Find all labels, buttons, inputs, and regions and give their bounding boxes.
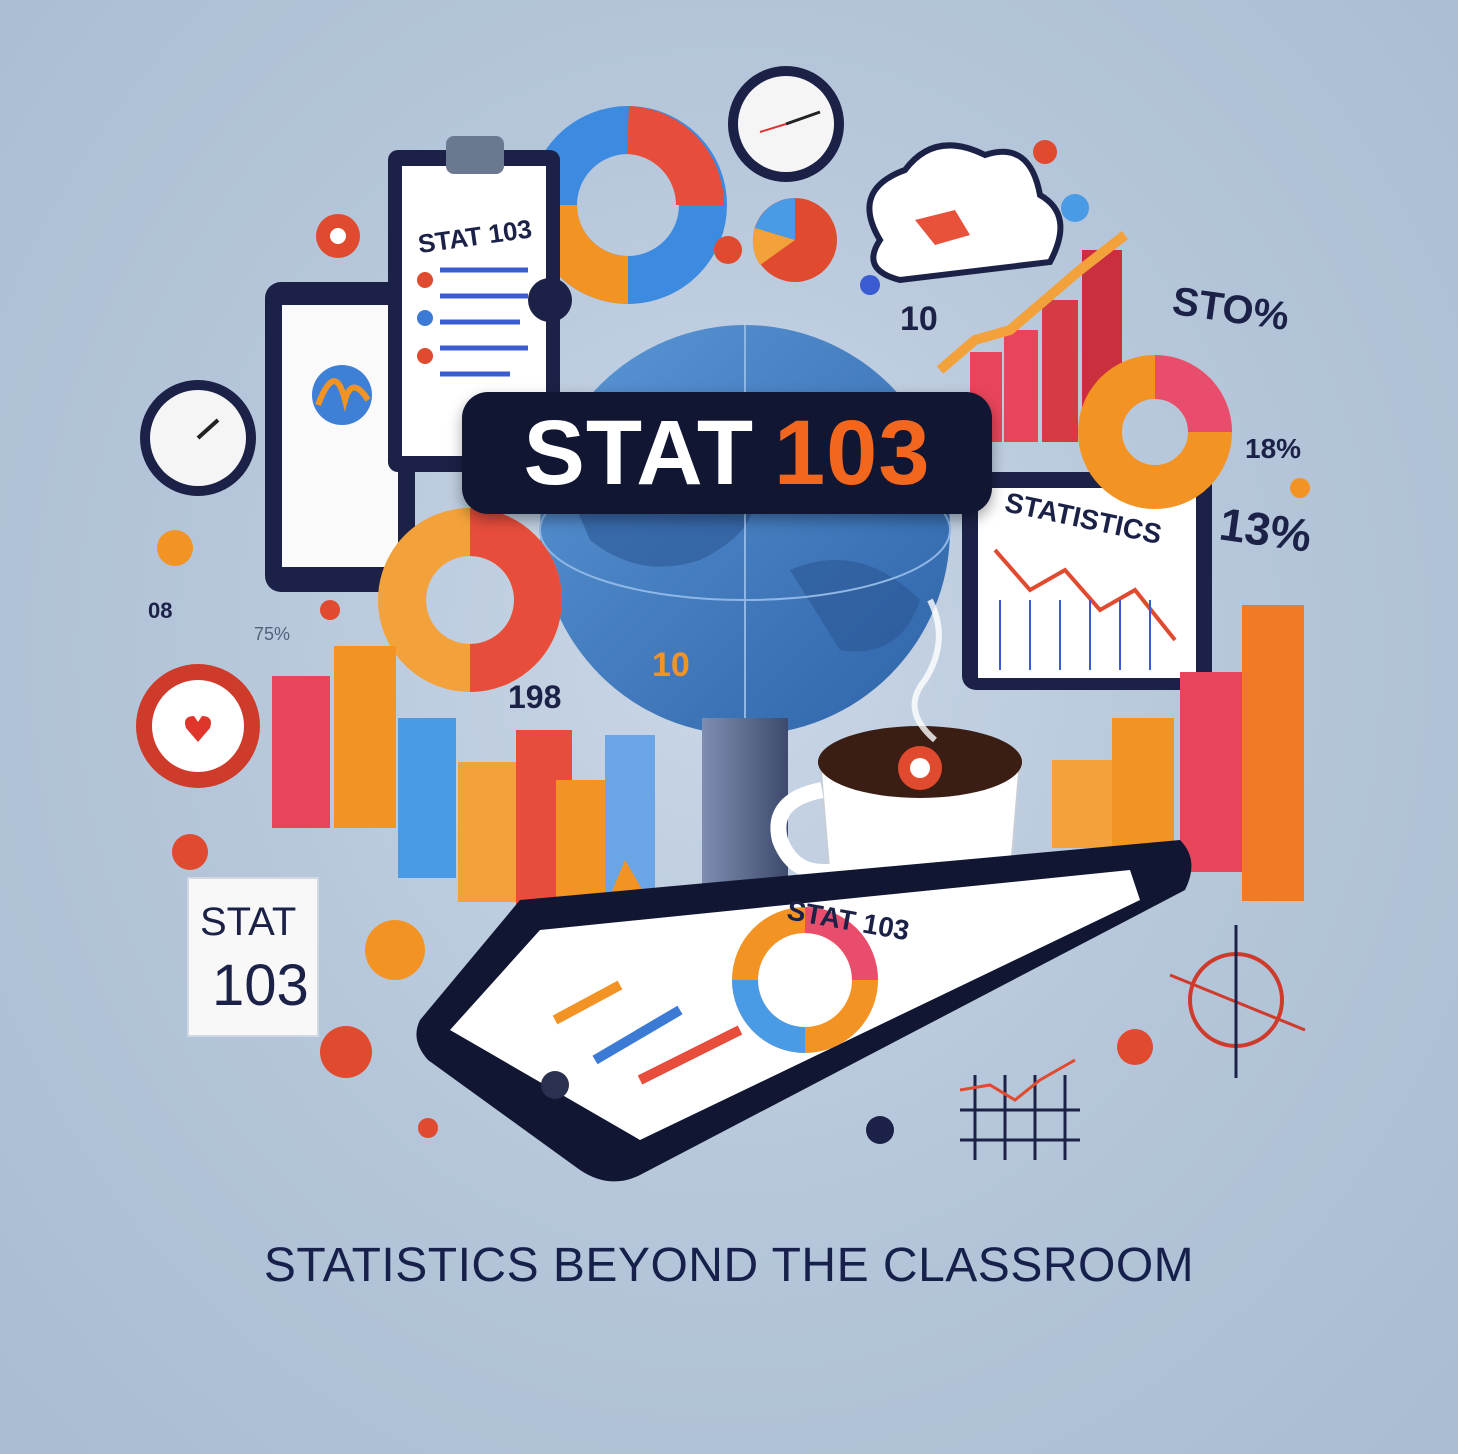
course-title-prefix: STAT xyxy=(523,401,755,504)
tagline: STATISTICS BEYOND THE CLASSROOM xyxy=(263,1239,1195,1292)
illustration-artwork: STAT 103 10 STATISTICS STAT 103 STAT 103… xyxy=(136,66,1315,1182)
course-title-banner: STAT 103 xyxy=(462,392,992,514)
pie-chart-icon xyxy=(752,198,837,282)
crosshair-icon xyxy=(1169,925,1306,1078)
ring-chart-icon xyxy=(378,508,563,692)
globe-number: 10 xyxy=(652,646,690,684)
wall-clock-icon xyxy=(728,66,844,182)
number-label-08: 08 xyxy=(148,598,172,623)
percent-label-right: 13% xyxy=(1216,498,1314,562)
number-label-75: 75% xyxy=(254,624,290,644)
course-title-number: 103 xyxy=(774,401,931,504)
number-label-198: 198 xyxy=(508,679,561,715)
donut-chart-icon xyxy=(529,106,727,304)
card-label-line2: 103 xyxy=(212,953,309,1018)
percent-label-top: STO% xyxy=(1170,279,1292,339)
mini-line-chart-icon xyxy=(959,1058,1080,1160)
donut-chart-right-icon xyxy=(1078,355,1232,509)
number-label-10: 10 xyxy=(900,300,938,338)
alarm-clock-icon xyxy=(136,664,260,788)
illustration-canvas: STAT 103 10 STATISTICS STAT 103 STAT 103… xyxy=(0,0,1458,1454)
clock-icon xyxy=(140,380,256,496)
cloud-icon xyxy=(866,142,1064,284)
percent-label-mid: 18% xyxy=(1245,433,1301,464)
card-label-line1: STAT xyxy=(200,900,296,944)
